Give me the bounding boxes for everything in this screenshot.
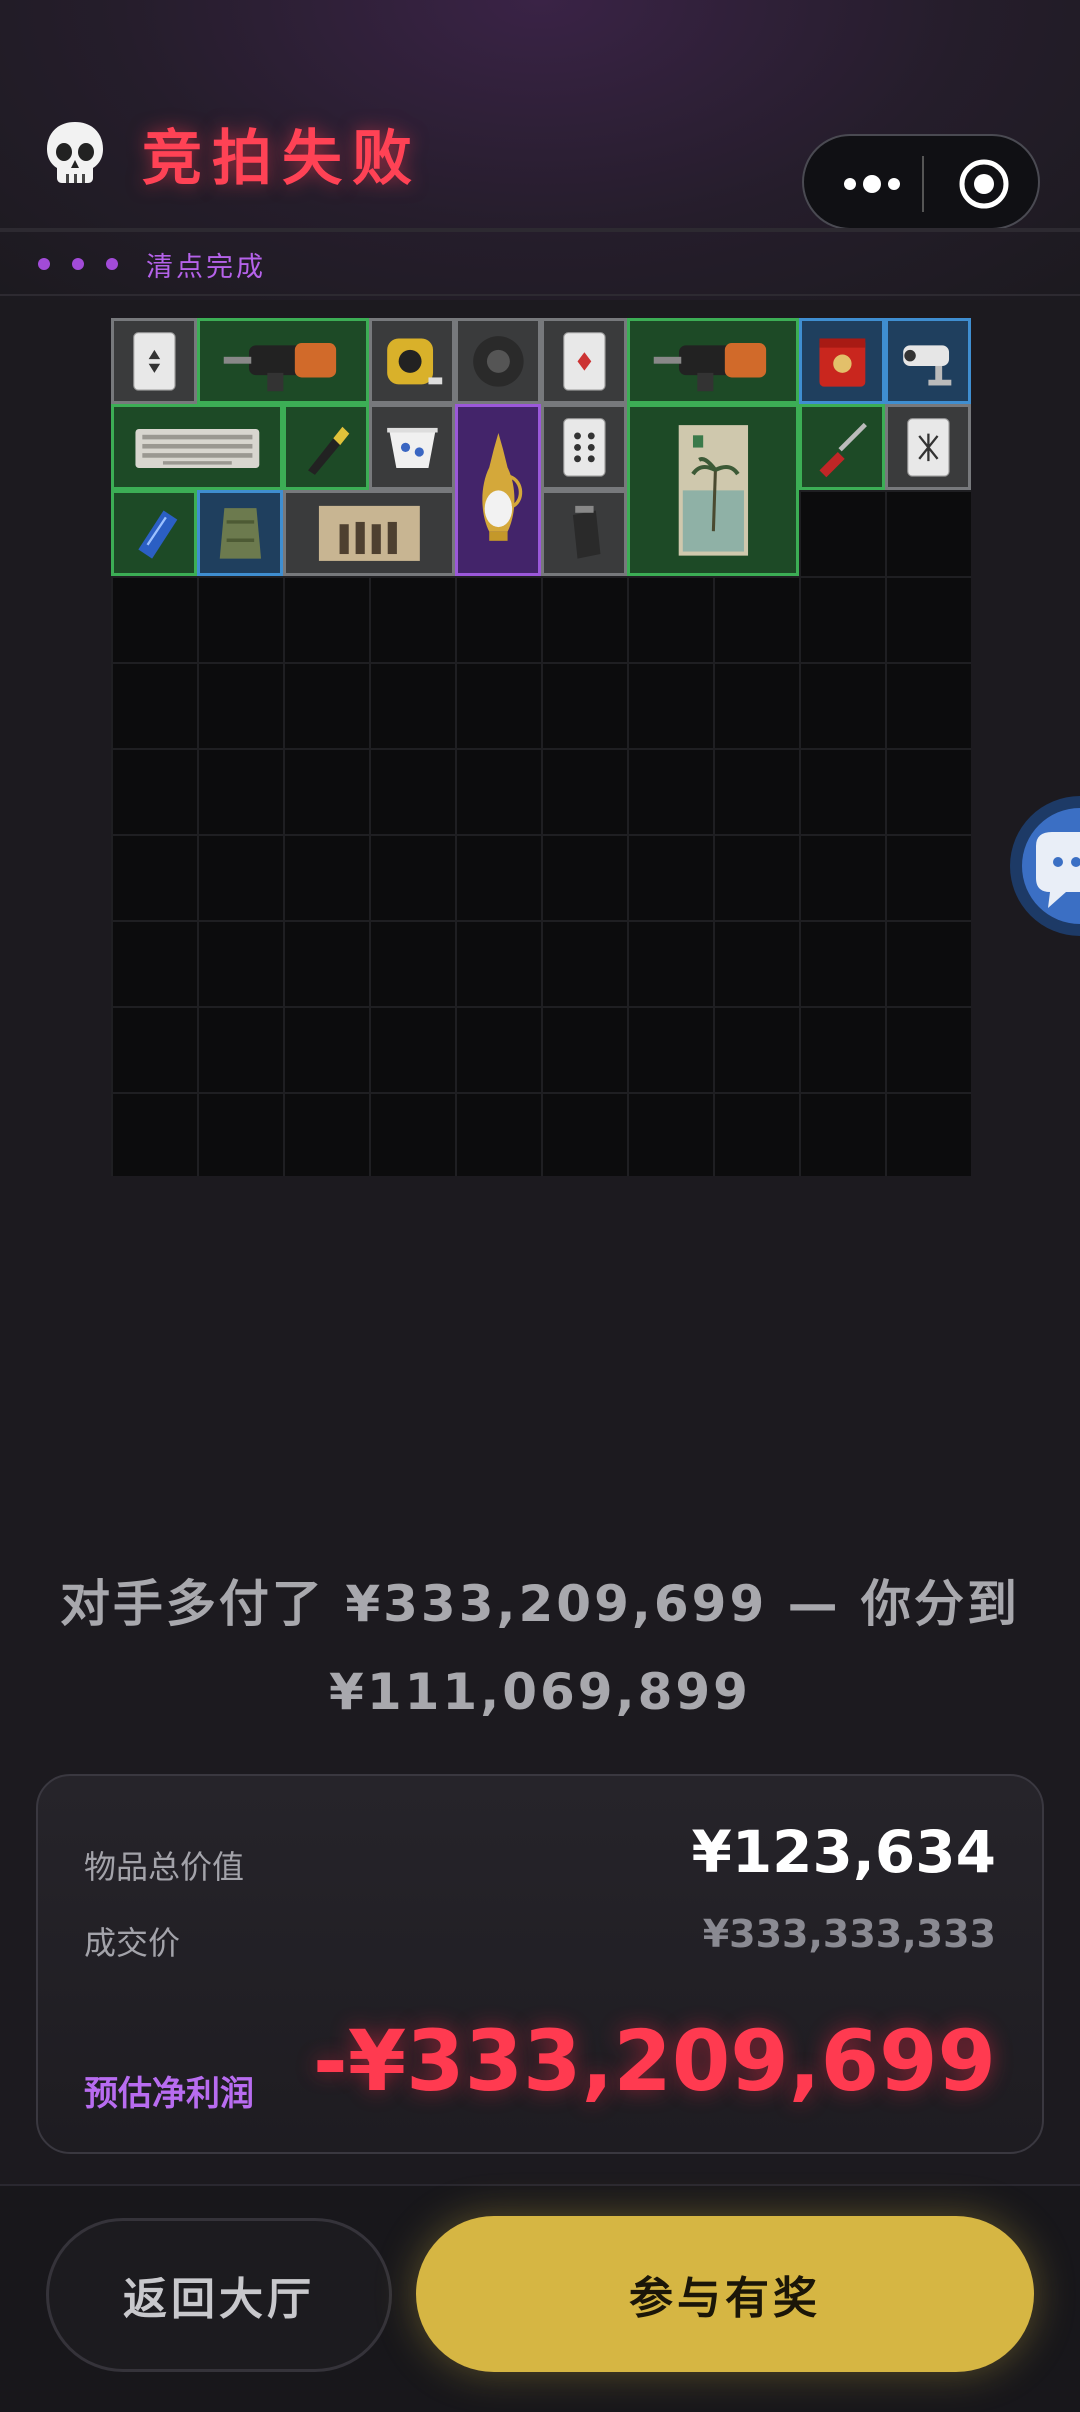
card-icon xyxy=(562,417,606,477)
keyboard-item[interactable] xyxy=(111,404,283,490)
back-to-lobby-button[interactable]: 返回大厅 xyxy=(46,2218,392,2372)
tea-tin-item[interactable] xyxy=(799,318,885,404)
summary-card: 物品总价值 ¥123,634 成交价 ¥333,333,333 预估净利润 -¥… xyxy=(36,1774,1044,2154)
status-dot xyxy=(72,258,84,270)
status-text: 清点完成 xyxy=(146,251,266,283)
result-message-line2: ¥111,069,899 xyxy=(329,1663,751,1721)
tape-measure-icon xyxy=(386,338,442,384)
status-dot xyxy=(38,258,50,270)
porcelain-cup-item[interactable] xyxy=(369,404,455,490)
result-message-line1: 对手多付了 ¥333,209,699 — 你分到 xyxy=(59,1575,1021,1633)
close-target-icon[interactable] xyxy=(956,156,1012,212)
cup-icon xyxy=(386,427,438,468)
total-value-label: 物品总价值 xyxy=(84,1848,245,1886)
tape-roll-icon xyxy=(472,335,524,387)
soda-can-item[interactable] xyxy=(111,490,197,576)
security-camera-item[interactable] xyxy=(885,318,971,404)
travel-poster-item[interactable] xyxy=(627,404,799,576)
card-icon xyxy=(906,417,950,477)
card-icon xyxy=(132,331,176,391)
chat-bubble-icon[interactable] xyxy=(1006,796,1080,936)
page-title: 竞拍失败 xyxy=(142,124,422,194)
old-photo-item[interactable] xyxy=(283,490,455,576)
card-icon xyxy=(562,331,606,391)
mini-program-capsule xyxy=(802,134,1040,230)
inventory-grid xyxy=(111,318,971,1176)
photo-icon xyxy=(318,505,420,561)
keyboard-icon xyxy=(135,428,259,468)
profit-value: -¥333,209,699 xyxy=(312,2012,996,2110)
status-divider xyxy=(0,294,1080,296)
power-drill-item[interactable] xyxy=(197,318,369,404)
grinder-icon xyxy=(572,505,601,559)
duct-tape-item[interactable] xyxy=(455,318,541,404)
playing-card-item[interactable] xyxy=(541,404,627,490)
playing-card-item[interactable] xyxy=(541,318,627,404)
drill-icon xyxy=(653,342,766,391)
screwdriver-item[interactable] xyxy=(799,404,885,490)
screwdriver-icon xyxy=(819,422,867,477)
pepper-grinder-item[interactable] xyxy=(541,490,627,576)
ewer-icon xyxy=(481,432,522,541)
poster-icon xyxy=(678,424,748,556)
drill-icon xyxy=(223,342,336,391)
capsule-divider xyxy=(922,156,924,212)
result-message: 对手多付了 ¥333,209,699 — 你分到 ¥111,069,899 xyxy=(40,1560,1040,1736)
power-drill-item[interactable] xyxy=(627,318,799,404)
header-divider xyxy=(0,228,1080,232)
pack-icon xyxy=(219,507,261,559)
test-pen-item[interactable] xyxy=(283,404,369,490)
playing-card-item[interactable] xyxy=(885,404,971,490)
playing-card-item[interactable] xyxy=(111,318,197,404)
skull-icon xyxy=(47,122,103,183)
camera-icon xyxy=(902,344,951,386)
total-value: ¥123,634 xyxy=(691,1818,996,1886)
status-row: 清点完成 xyxy=(38,244,266,284)
pen-icon xyxy=(307,426,349,475)
profit-label: 预估净利润 xyxy=(84,2074,254,2114)
tin-icon xyxy=(819,338,865,387)
join-prize-button[interactable]: 参与有奖 xyxy=(416,2216,1034,2372)
deal-price-label: 成交价 xyxy=(84,1924,181,1962)
more-icon[interactable] xyxy=(838,164,930,204)
status-dot xyxy=(106,258,118,270)
deal-price: ¥333,333,333 xyxy=(702,1912,996,1956)
header: 竞拍失败 xyxy=(0,0,1080,230)
can-icon xyxy=(137,510,177,559)
golden-ewer-item[interactable] xyxy=(455,404,541,576)
ration-pack-item[interactable] xyxy=(197,490,283,576)
tape-measure-item[interactable] xyxy=(369,318,455,404)
